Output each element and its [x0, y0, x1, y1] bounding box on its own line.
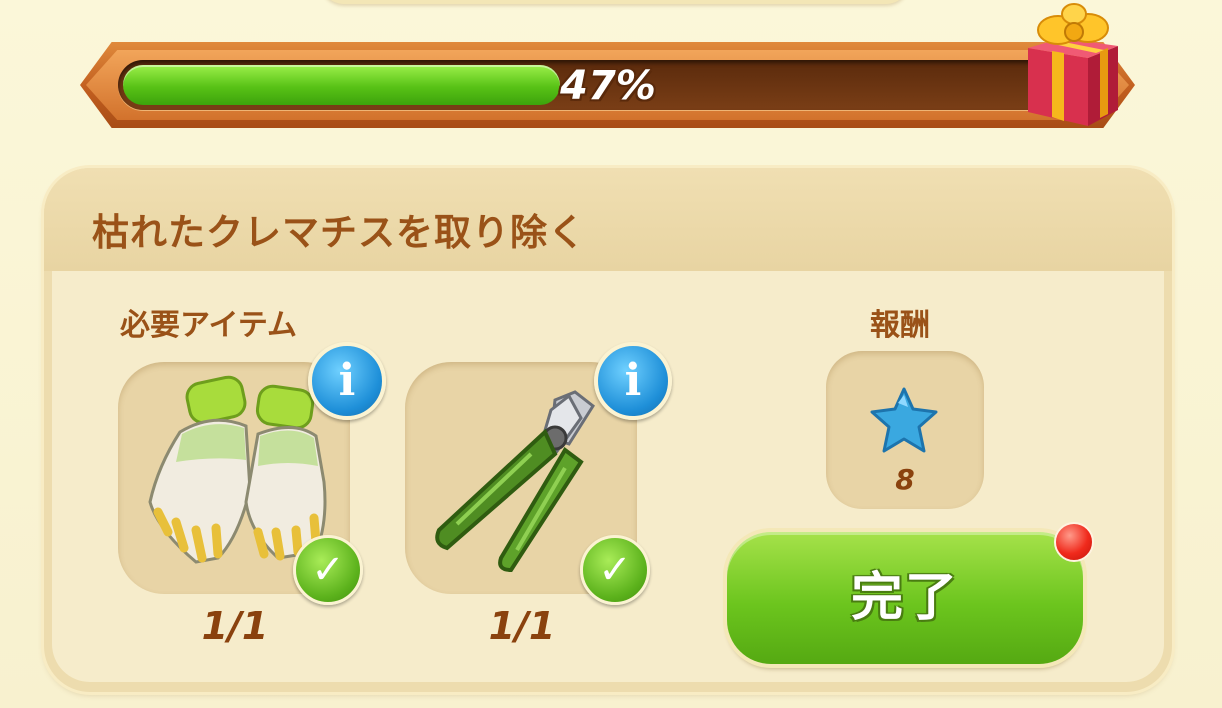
complete-button-label: 完了: [850, 569, 959, 627]
progress-fill: [123, 65, 560, 105]
progress-percent: 47%: [560, 63, 656, 109]
game-screen: 47% 枯れたクレマチスを取り除く 必要アイテム 報酬 i ✓ 1/1 i ✓ …: [0, 0, 1222, 708]
required-items-label: 必要アイテム: [120, 308, 297, 343]
blue-star-icon: [870, 387, 938, 453]
gloves-count: 1/1: [201, 604, 269, 648]
notification-dot: [1054, 522, 1094, 562]
gift-box-icon[interactable]: [1018, 0, 1122, 130]
shears-info-icon[interactable]: i: [594, 342, 672, 420]
reward-card: 8: [826, 351, 984, 509]
shears-check-icon: ✓: [580, 535, 650, 605]
reward-value: 8: [895, 463, 915, 496]
task-header: 枯れたクレマチスを取り除く: [44, 168, 1172, 271]
shears-count: 1/1: [488, 604, 556, 648]
gloves-info-icon[interactable]: i: [308, 342, 386, 420]
reward-label: 報酬: [870, 308, 930, 343]
top-tab-edge: [320, 0, 910, 4]
gloves-check-icon: ✓: [293, 535, 363, 605]
task-title: 枯れたクレマチスを取り除く: [92, 211, 586, 254]
complete-button[interactable]: 完了: [727, 532, 1083, 664]
